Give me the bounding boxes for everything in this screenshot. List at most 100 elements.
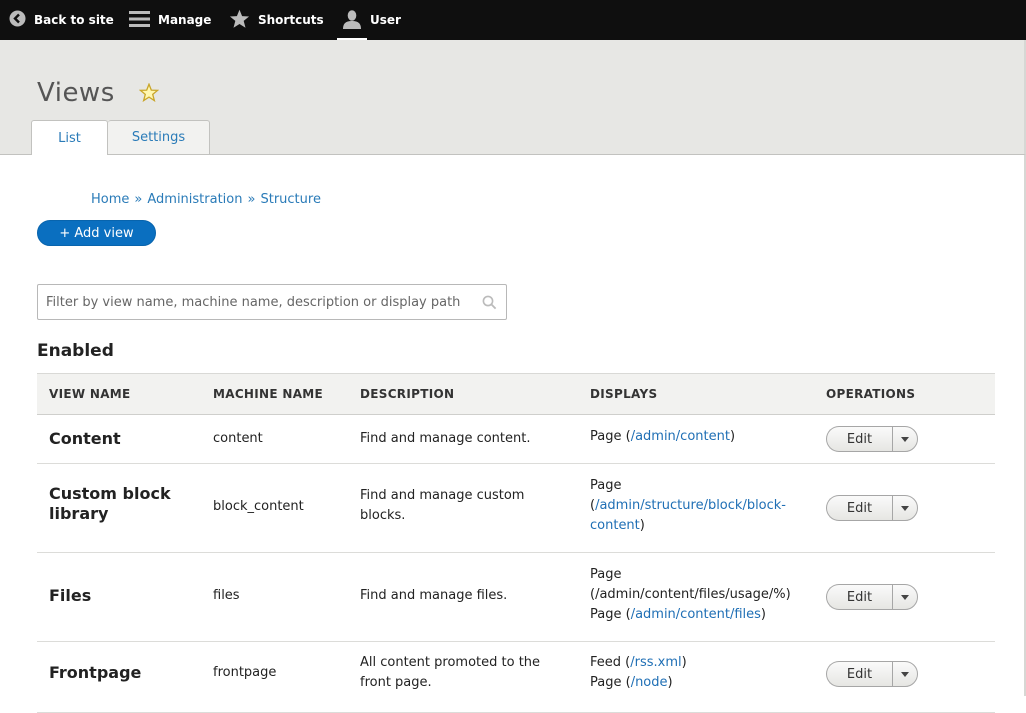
tab-settings[interactable]: Settings — [108, 120, 210, 154]
operations-dropbutton: Edit — [826, 495, 918, 521]
more-operations-toggle[interactable] — [892, 661, 918, 687]
view-description: Find and manage custom blocks. — [360, 486, 560, 526]
view-name-line: Frontpage — [49, 663, 142, 682]
display-path-link[interactable]: /admin/content/files — [631, 607, 761, 622]
display-text: ) — [639, 518, 645, 533]
column-header-operations: OPERATIONS — [826, 387, 916, 401]
view-name-line: Custom block — [49, 484, 171, 503]
edit-button[interactable]: Edit — [826, 495, 892, 521]
machine-name: frontpage — [213, 665, 277, 680]
display-line: (/admin/structure/block/block- — [590, 496, 805, 516]
table-header: VIEW NAME MACHINE NAME DESCRIPTION DISPL… — [37, 373, 995, 415]
display-text: Page — [590, 478, 622, 493]
display-text: Page ( — [590, 429, 631, 444]
more-operations-toggle[interactable] — [892, 495, 918, 521]
display-line: Page — [590, 476, 805, 496]
display-path-link[interactable]: /rss.xml — [630, 655, 681, 670]
tab-list[interactable]: List — [31, 120, 108, 155]
page-title: Views — [37, 78, 115, 108]
view-displays: Page (/admin/structure/block/block-conten… — [590, 476, 805, 536]
user-menu-link[interactable]: User — [342, 0, 401, 40]
operations-dropbutton: Edit — [826, 661, 918, 687]
star-icon — [229, 9, 250, 32]
person-icon — [342, 9, 362, 32]
filter-input[interactable] — [38, 285, 486, 319]
caret-down-icon — [901, 671, 909, 677]
breadcrumb-structure[interactable]: Structure — [260, 192, 320, 207]
operations-dropbutton: Edit — [826, 584, 918, 610]
manage-label: Manage — [158, 13, 212, 27]
display-line: Page (/admin/content/files) — [590, 605, 805, 625]
display-path-link[interactable]: /admin/content — [631, 429, 730, 444]
description-line: Find and manage files. — [360, 588, 508, 603]
description-line: Find and manage content. — [360, 431, 531, 446]
hamburger-menu-icon — [129, 10, 150, 31]
edit-button[interactable]: Edit — [826, 661, 892, 687]
operations-dropbutton: Edit — [826, 426, 918, 452]
view-name: Frontpage — [49, 663, 199, 683]
display-line: Page — [590, 565, 805, 585]
display-path-link[interactable]: content — [590, 518, 640, 533]
table-body: Content content Find and manage content. Pa… — [37, 415, 995, 713]
table-row: Content content Find and manage content. Pa… — [37, 415, 995, 464]
table-row: Frontpage frontpage All content promoted t… — [37, 642, 995, 713]
machine-name: files — [213, 588, 240, 603]
display-text: (/admin/content/files/usage/%) — [590, 587, 791, 602]
more-operations-toggle[interactable] — [892, 584, 918, 610]
enabled-section-title: Enabled — [37, 341, 114, 361]
display-line: Feed (/rss.xml) — [590, 653, 805, 673]
add-shortcut-star-icon[interactable] — [138, 82, 160, 106]
page-header: Views List Settings — [0, 40, 1026, 155]
view-name-line: Files — [49, 586, 92, 605]
caret-down-icon — [901, 436, 909, 442]
view-name-line: Content — [49, 429, 121, 448]
main-content: Home » Administration » Structure + Add view… — [0, 155, 1026, 713]
breadcrumb-home[interactable]: Home — [91, 192, 129, 207]
manage-menu-link[interactable]: Manage — [129, 0, 211, 40]
edit-button[interactable]: Edit — [826, 584, 892, 610]
machine-name: content — [213, 431, 263, 446]
caret-down-icon — [901, 594, 909, 600]
filter-field — [37, 284, 507, 320]
more-operations-toggle[interactable] — [892, 426, 918, 452]
display-line: Page (/node) — [590, 673, 805, 693]
caret-down-icon — [901, 505, 909, 511]
admin-toolbar: Back to site Manage Shortcuts User — [0, 0, 1026, 40]
display-text: ) — [667, 675, 673, 690]
back-to-site-link[interactable]: Back to site — [9, 0, 114, 40]
display-line: content) — [590, 516, 805, 536]
view-name: Files — [49, 586, 199, 606]
add-view-button[interactable]: + Add view — [37, 220, 156, 246]
view-displays: Page (/admin/content/files/usage/%) Page (… — [590, 565, 805, 625]
description-line: front page. — [360, 675, 432, 690]
column-header-view-name[interactable]: VIEW NAME — [49, 374, 131, 414]
views-table: VIEW NAME MACHINE NAME DESCRIPTION DISPL… — [37, 373, 995, 713]
table-row: Files files Find and manage files. Page (/ad… — [37, 553, 995, 642]
display-text: ) — [760, 607, 766, 622]
column-header-displays: DISPLAYS — [590, 387, 658, 401]
breadcrumb: Home » Administration » Structure — [91, 192, 321, 207]
display-text: Page ( — [590, 675, 631, 690]
breadcrumb-separator: » — [134, 192, 143, 207]
display-text: Feed ( — [590, 655, 631, 670]
view-name: Content — [49, 429, 199, 449]
table-row: Custom block library block_content Find and… — [37, 464, 995, 553]
view-displays: Page (/admin/content) — [590, 427, 805, 447]
user-label: User — [370, 13, 401, 27]
display-line: (/admin/content/files/usage/%) — [590, 585, 805, 605]
breadcrumb-administration[interactable]: Administration — [147, 192, 242, 207]
display-path-link[interactable]: /admin/structure/block/block- — [595, 498, 786, 513]
view-displays: Feed (/rss.xml) Page (/node) — [590, 653, 805, 693]
display-path-link[interactable]: /node — [631, 675, 668, 690]
display-line: Page (/admin/content) — [590, 427, 805, 447]
description-line: blocks. — [360, 508, 406, 523]
view-description: Find and manage files. — [360, 586, 560, 606]
column-header-machine-name[interactable]: MACHINE NAME — [213, 374, 323, 414]
shortcuts-link[interactable]: Shortcuts — [229, 0, 324, 40]
description-line: All content promoted to the — [360, 655, 541, 670]
view-description: All content promoted to the front page. — [360, 653, 560, 693]
edit-button[interactable]: Edit — [826, 426, 892, 452]
display-text: Page — [590, 567, 622, 582]
view-name: Custom block library — [49, 484, 199, 524]
view-description: Find and manage content. — [360, 429, 560, 449]
